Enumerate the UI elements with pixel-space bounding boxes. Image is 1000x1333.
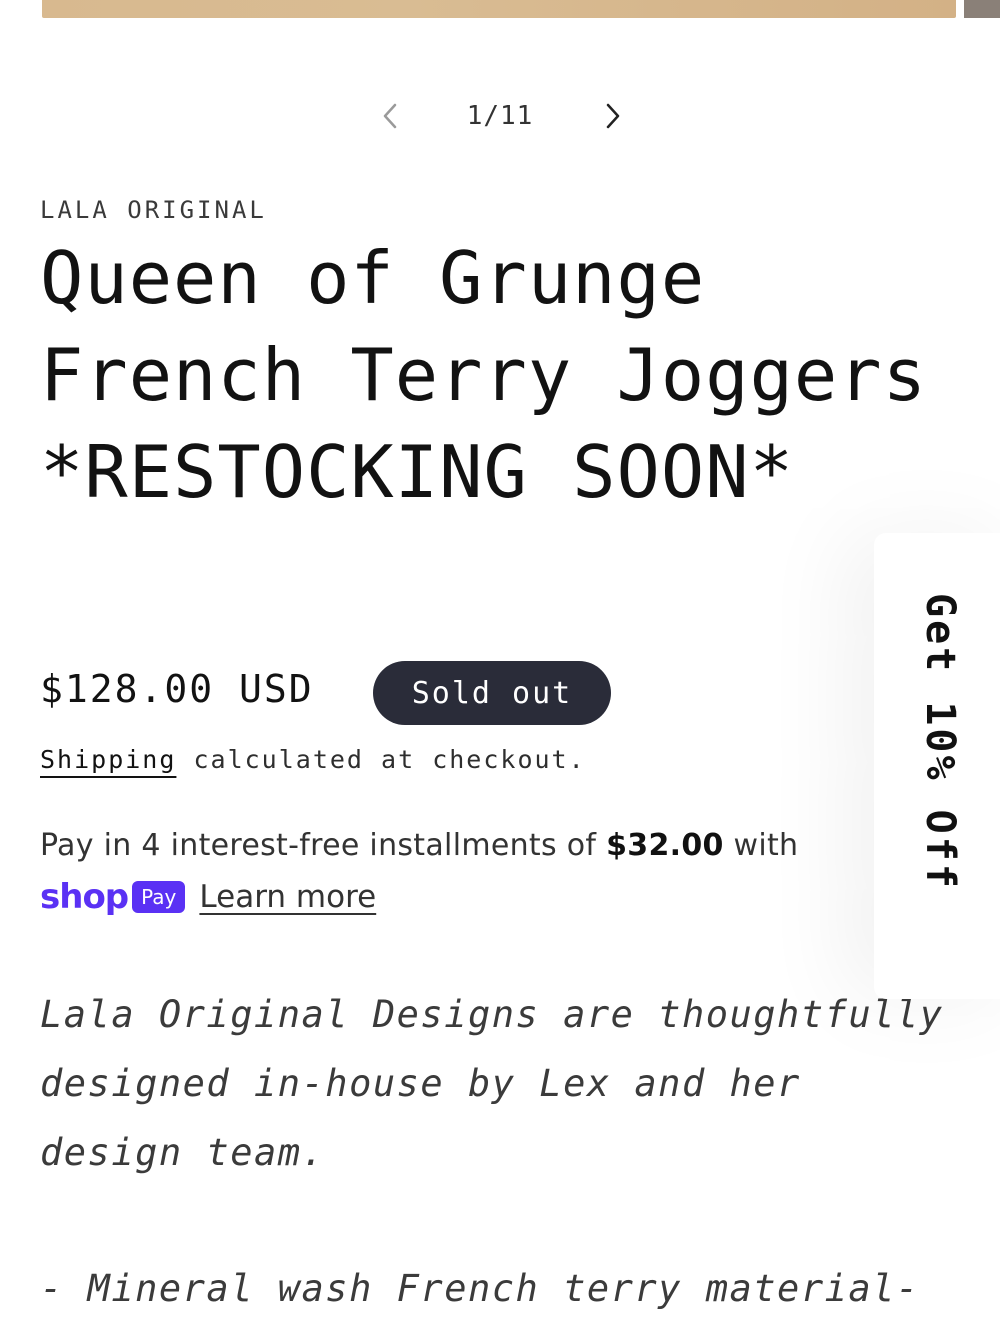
installments-text: Pay in 4 interest-free installments of $… [40,826,880,866]
learn-more-link[interactable]: Learn more [199,879,376,915]
installment-amount: $32.00 [606,828,724,863]
next-image-button[interactable] [589,92,637,140]
shipping-note: Shipping calculated at checkout. [40,745,586,774]
installments-prefix: Pay in 4 interest-free installments of [40,828,607,863]
image-slider-pager: 1/11 [0,92,1000,140]
product-price: $128.00 USD [40,667,314,711]
discount-side-tab[interactable]: Get 10% Off [874,533,1000,999]
product-title: Queen of Grunge French Terry Joggers *RE… [40,236,927,514]
previous-image-button[interactable] [366,92,414,140]
shipping-link[interactable]: Shipping [40,745,176,774]
product-description: Lala Original Designs are thoughtfully d… [40,993,944,1174]
shop-pay-row: shop Pay Learn more [40,874,376,920]
product-image-current[interactable] [42,0,956,18]
chevron-right-icon [606,103,620,129]
shop-pay-pill: Pay [132,881,186,913]
product-image-strip [0,0,1000,22]
slide-counter: 1/11 [466,101,534,131]
product-image-next[interactable] [964,0,1000,18]
discount-tab-label: Get 10% Off [917,593,963,891]
installments-suffix: with [723,828,799,863]
shipping-note-text: calculated at checkout. [176,745,586,774]
product-vendor: LALA ORIGINAL [40,196,267,224]
shop-pay-logo: shop [40,877,129,917]
description-bullet: - Mineral wash French terry material- [40,1267,920,1310]
sold-out-badge: Sold out [373,661,611,725]
chevron-left-icon [383,103,397,129]
